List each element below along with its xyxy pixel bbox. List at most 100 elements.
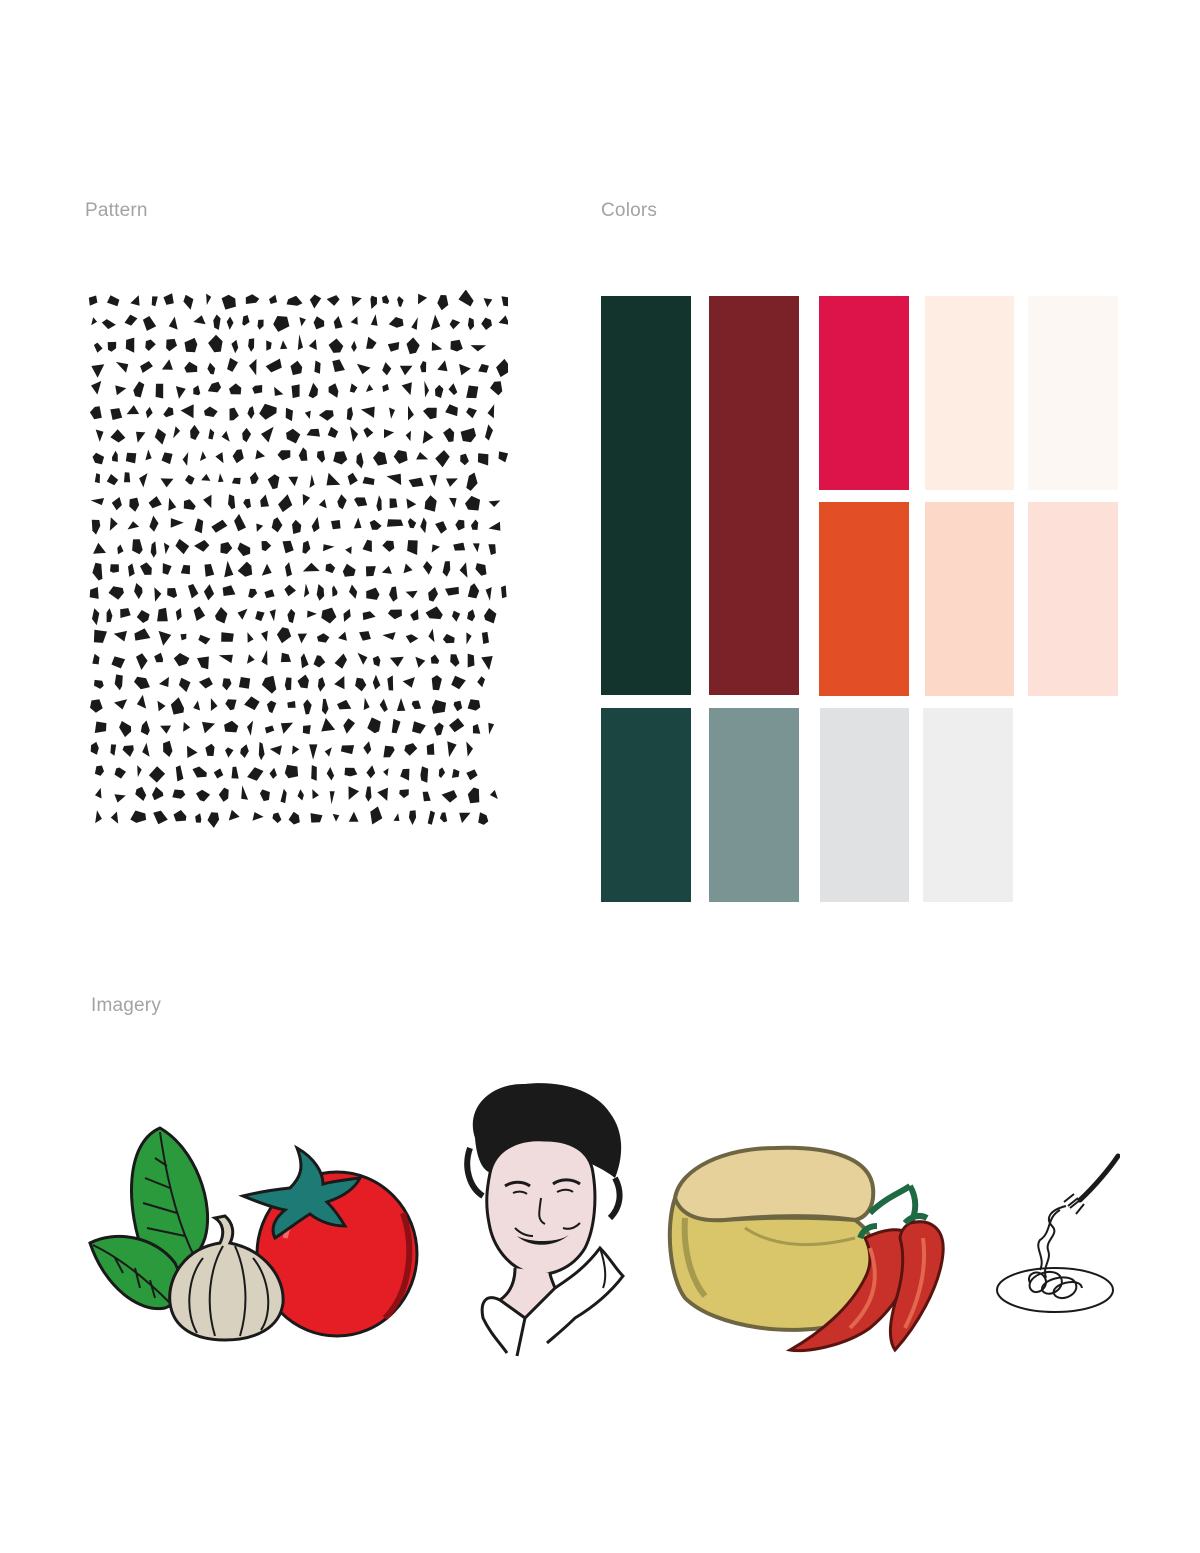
pattern-shape [207, 381, 222, 393]
pattern-shape [407, 518, 417, 529]
pattern-shape [314, 360, 321, 374]
pattern-shape [157, 700, 166, 712]
pattern-shape [197, 656, 209, 670]
pattern-shape [94, 765, 104, 776]
pattern-shape [466, 472, 478, 491]
pattern-shape [264, 725, 275, 734]
pattern-shape [137, 765, 142, 778]
pattern-shape [94, 721, 107, 733]
pattern-shape [139, 473, 148, 488]
pattern-shape [215, 452, 224, 464]
pattern-shape [399, 365, 413, 376]
pattern-shape [108, 586, 124, 600]
pattern-shape [92, 653, 100, 665]
color-swatch-crimson [819, 296, 909, 490]
pattern-shape [477, 676, 485, 688]
pattern-shape [363, 427, 374, 438]
pattern-shape [207, 362, 216, 375]
pattern-shape [298, 447, 308, 461]
pattern-shape [91, 364, 105, 378]
pattern-shape [467, 653, 475, 668]
pattern-shape [153, 810, 168, 825]
pattern-shape [300, 653, 309, 669]
pattern-shape [247, 632, 254, 643]
pattern-shape [194, 540, 210, 552]
pattern-shape [172, 789, 186, 799]
pattern-shape [182, 452, 189, 466]
pattern-shape [284, 764, 299, 779]
pattern-shape [437, 295, 449, 311]
pattern-shape [198, 677, 213, 689]
pattern-shape [401, 382, 412, 396]
pattern-shape [423, 561, 433, 575]
pattern-shape [88, 295, 98, 306]
pattern-shape [173, 653, 190, 667]
pattern-shape [466, 407, 477, 419]
pattern-shape [450, 339, 463, 352]
pattern-shape [110, 564, 119, 573]
pattern-shape [274, 386, 284, 396]
pattern-shape [355, 677, 367, 692]
pattern-shape [428, 587, 438, 602]
pattern-shape [362, 476, 375, 485]
pattern-shape [489, 789, 498, 799]
pattern-shape [231, 339, 239, 354]
pattern-shape [342, 563, 356, 577]
pattern-shape [142, 742, 150, 757]
pattern-shape [242, 427, 252, 443]
pattern-shape [329, 791, 335, 805]
pattern-shape [111, 497, 122, 511]
pattern-shape [266, 700, 277, 714]
pattern-shape [297, 789, 304, 801]
pattern-shape [334, 676, 345, 690]
pattern-shape [229, 407, 239, 421]
pattern-shape [170, 697, 184, 715]
pattern-shape [397, 296, 404, 307]
pattern-shape [266, 340, 272, 351]
pattern-shape [381, 565, 392, 574]
pattern-shape [180, 564, 191, 575]
pattern-shape [370, 806, 383, 825]
pattern-shape [125, 452, 137, 464]
pattern-shape [95, 429, 104, 442]
pattern-shape [309, 294, 322, 309]
pattern-shape [260, 426, 274, 443]
pattern-shape [224, 560, 234, 578]
pattern-shape [431, 675, 442, 691]
pattern-shape [276, 627, 292, 644]
pattern-shape [112, 450, 118, 462]
pattern-shape [115, 385, 127, 396]
pattern-shape [422, 791, 431, 802]
pattern-shape [448, 383, 458, 396]
pattern-shape [424, 380, 429, 398]
pattern-shape [117, 544, 124, 555]
pattern-shape [193, 606, 206, 621]
pasta-plate-fork-icon [996, 1153, 1120, 1313]
pattern-shape [434, 722, 444, 736]
pattern-shape [89, 406, 102, 420]
pattern-shape [277, 450, 291, 461]
pattern-shape [203, 584, 215, 601]
pattern-shape [285, 407, 293, 422]
pattern-shape [133, 381, 145, 398]
pattern-shape [290, 360, 303, 376]
pattern-shape [373, 451, 388, 466]
pattern-shape [303, 699, 312, 715]
pattern-shape [210, 698, 218, 711]
pattern-shape [343, 718, 355, 734]
pattern-shape [166, 338, 177, 352]
pattern-shape [175, 386, 186, 399]
pattern-shape [101, 319, 116, 330]
pattern-shape [90, 498, 105, 506]
pattern-shape [180, 404, 194, 419]
pattern-shape [94, 473, 100, 484]
pattern-shape [145, 406, 153, 419]
pattern-shape [110, 811, 119, 824]
pattern-shape [379, 698, 388, 712]
pattern-shape [420, 766, 429, 783]
pattern-shape [206, 293, 212, 305]
pattern-shape [224, 720, 239, 733]
pattern-shape [349, 584, 358, 599]
pattern-shape [445, 586, 459, 596]
pattern-shape [175, 608, 182, 621]
